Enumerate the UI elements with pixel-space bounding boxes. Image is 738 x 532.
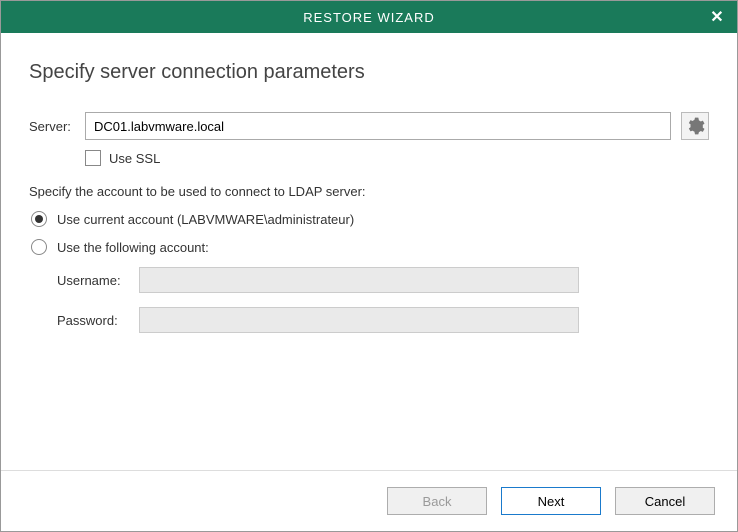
radio-current-label: Use current account (LABVMWARE\administr… bbox=[57, 212, 354, 227]
close-button[interactable]: ✕ bbox=[707, 7, 727, 27]
window-title: RESTORE WIZARD bbox=[303, 10, 435, 25]
back-button[interactable]: Back bbox=[387, 487, 487, 515]
username-input[interactable] bbox=[139, 267, 579, 293]
account-instruction: Specify the account to be used to connec… bbox=[29, 184, 709, 199]
ssl-checkbox[interactable] bbox=[85, 150, 101, 166]
password-row: Password: bbox=[57, 307, 709, 333]
server-label: Server: bbox=[29, 119, 85, 134]
server-input[interactable] bbox=[85, 112, 671, 140]
server-row: Server: bbox=[29, 112, 709, 140]
password-label: Password: bbox=[57, 313, 139, 328]
wizard-footer: Back Next Cancel bbox=[1, 470, 737, 531]
radio-other-account[interactable] bbox=[31, 239, 47, 255]
next-button[interactable]: Next bbox=[501, 487, 601, 515]
page-heading: Specify server connection parameters bbox=[29, 61, 709, 84]
username-label: Username: bbox=[57, 273, 139, 288]
ssl-row: Use SSL bbox=[85, 150, 709, 166]
radio-other-label: Use the following account: bbox=[57, 240, 209, 255]
gear-icon bbox=[685, 116, 705, 136]
cancel-button[interactable]: Cancel bbox=[615, 487, 715, 515]
username-row: Username: bbox=[57, 267, 709, 293]
wizard-content: Specify server connection parameters Ser… bbox=[1, 33, 737, 470]
radio-current-account[interactable] bbox=[31, 211, 47, 227]
titlebar: RESTORE WIZARD ✕ bbox=[1, 1, 737, 33]
ssl-label: Use SSL bbox=[109, 151, 160, 166]
close-icon: ✕ bbox=[710, 7, 723, 27]
restore-wizard-window: RESTORE WIZARD ✕ Specify server connecti… bbox=[0, 0, 738, 532]
password-input[interactable] bbox=[139, 307, 579, 333]
server-settings-button[interactable] bbox=[681, 112, 709, 140]
radio-other-account-row[interactable]: Use the following account: bbox=[31, 239, 709, 255]
radio-current-account-row[interactable]: Use current account (LABVMWARE\administr… bbox=[31, 211, 709, 227]
